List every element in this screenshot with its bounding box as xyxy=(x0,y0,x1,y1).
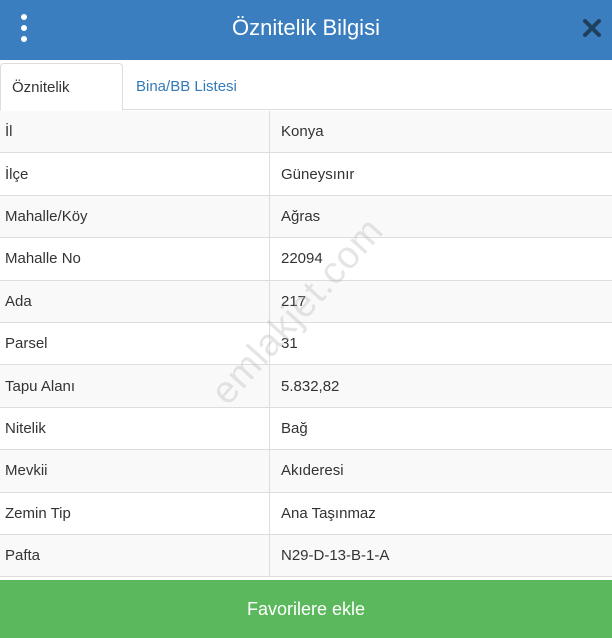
table-row: Mahalle/Köy Ağras xyxy=(0,195,612,239)
attribute-key: İl xyxy=(0,111,270,153)
add-to-favorites-button[interactable]: Favorilere ekle xyxy=(0,580,612,638)
attribute-value: 217 xyxy=(281,292,307,310)
attribute-key: Ada xyxy=(0,280,270,322)
attribute-value: 31 xyxy=(281,335,298,353)
attribute-key: Tapu Alanı xyxy=(0,365,270,407)
attribute-value: Akıderesi xyxy=(281,462,344,480)
attribute-value: Güneysınır xyxy=(281,165,355,183)
table-row: Mevkii Akıderesi xyxy=(0,450,612,493)
attribute-value: 22094 xyxy=(281,250,323,268)
panel-title: Öznitelik Bilgisi xyxy=(232,15,380,40)
attribute-key: Mahalle/Köy xyxy=(0,195,270,238)
attribute-info-panel: Öznitelik Bilgisi Öznitelik Bilgisi Bina… xyxy=(0,0,612,638)
table-row: Ada 217 xyxy=(0,280,612,323)
tab-attribute-info[interactable]: Öznitelik Bilgisi xyxy=(0,63,123,144)
header-bar: Öznitelik Bilgisi xyxy=(0,0,612,60)
attribute-key: Mahalle No xyxy=(0,238,270,280)
attribute-key: Zemin Tip xyxy=(0,492,270,534)
table-row: Nitelik Bağ xyxy=(0,407,612,451)
tab-bar: Öznitelik Bilgisi Bina/BB Listesi xyxy=(0,60,612,144)
table-row: Pafta N29-D-13-B-1-A xyxy=(0,534,612,578)
attribute-value: Ana Taşınmaz xyxy=(281,504,376,522)
attribute-value: Konya xyxy=(281,123,324,141)
attribute-key: Nitelik xyxy=(0,407,270,450)
attribute-key: Mevkii xyxy=(0,450,270,492)
attribute-key: Parsel xyxy=(0,322,270,365)
attribute-key: İlçe xyxy=(0,153,270,195)
table-row: İl Konya xyxy=(0,111,612,154)
tab-building-list[interactable]: Bina/BB Listesi xyxy=(125,63,248,111)
table-row: Parsel 31 xyxy=(0,322,612,366)
attribute-value: 5.832,82 xyxy=(281,377,340,395)
table-row: Zemin Tip Ana Taşınmaz xyxy=(0,492,612,535)
table-row: İlçe Güneysınır xyxy=(0,153,612,196)
table-row: Mahalle No 22094 xyxy=(0,238,612,281)
table-row: Tapu Alanı 5.832,82 xyxy=(0,365,612,408)
attribute-key: Pafta xyxy=(0,534,270,577)
attribute-value: N29-D-13-B-1-A xyxy=(281,547,390,565)
attribute-table: İl Konya İlçe Güneysınır Mahalle/Köy Ağr… xyxy=(0,111,612,578)
close-icon[interactable] xyxy=(580,16,604,40)
attribute-value: Ağras xyxy=(281,207,321,225)
attribute-value: Bağ xyxy=(281,419,308,437)
